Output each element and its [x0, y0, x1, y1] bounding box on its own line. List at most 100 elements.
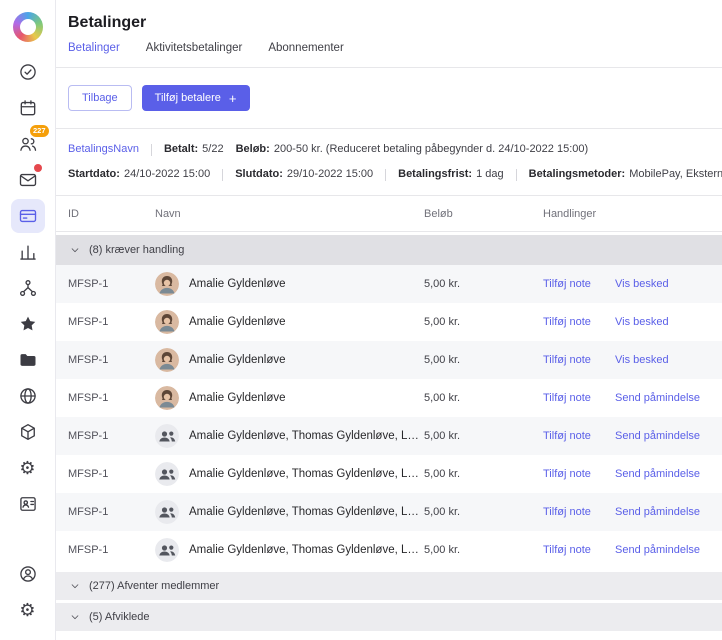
- row-id: MFSP-1: [68, 544, 155, 556]
- paid-label: Betalt:: [164, 137, 198, 162]
- contact-card-icon: [18, 494, 38, 514]
- group-avatar-icon: [155, 500, 179, 524]
- add-note-link[interactable]: Tilføj note: [543, 354, 615, 366]
- tab-bar: Betalinger Aktivitetsbetalinger Abonneme…: [68, 42, 710, 67]
- sidebar-item-files[interactable]: [11, 343, 45, 377]
- add-note-link[interactable]: Tilføj note: [543, 278, 615, 290]
- amount-stat: Beløb: 200-50 kr. (Reduceret betaling på…: [236, 137, 589, 162]
- send-reminder-link[interactable]: Send påmindelse: [615, 392, 700, 404]
- sidebar-item-statistics[interactable]: [11, 235, 45, 269]
- group-label: (277) Afventer medlemmer: [89, 580, 219, 592]
- sidebar-item-favorites[interactable]: [11, 307, 45, 341]
- mail-icon: [18, 170, 38, 190]
- sidebar-item-admin-settings[interactable]: ⚙: [11, 593, 45, 627]
- add-payers-label: Tilføj betalere: [155, 92, 221, 104]
- calendar-icon: [18, 98, 38, 118]
- table-row[interactable]: MFSP-1 Amalie Gyldenløve, Thomas Gyldenl…: [56, 455, 722, 493]
- sidebar-item-members[interactable]: 227: [11, 127, 45, 161]
- add-note-link[interactable]: Tilføj note: [543, 430, 615, 442]
- row-id: MFSP-1: [68, 278, 155, 290]
- payment-name-link[interactable]: BetalingsNavn: [68, 137, 139, 162]
- row-amount: 5,00 kr.: [424, 544, 543, 556]
- row-id: MFSP-1: [68, 392, 155, 404]
- table-row[interactable]: MFSP-1 Amalie Gyldenløve 5,00 kr. Tilføj…: [56, 341, 722, 379]
- send-reminder-link[interactable]: Send påmindelse: [615, 430, 700, 442]
- toolbar: Tilbage Tilføj betalere +: [56, 68, 722, 129]
- member-avatar: [155, 272, 179, 296]
- payment-summary: BetalingsNavn Betalt: 5/22 Beløb: 200-50…: [56, 129, 722, 196]
- sidebar-item-profile[interactable]: [11, 557, 45, 591]
- view-message-link[interactable]: Vis besked: [615, 278, 669, 290]
- app-window: 227 ⚙: [0, 0, 722, 640]
- sidebar-item-calendar[interactable]: [11, 91, 45, 125]
- end-date-value: 29/10-2022 15:00: [287, 162, 373, 187]
- sidebar-item-hierarchy[interactable]: [11, 271, 45, 305]
- table-row[interactable]: MFSP-1 Amalie Gyldenløve, Thomas Gyldenl…: [56, 531, 722, 569]
- methods-stat: Betalingsmetoder: MobilePay, Ekstern bet…: [529, 162, 722, 187]
- app-logo[interactable]: [13, 12, 43, 42]
- paid-value: 5/22: [202, 137, 223, 162]
- chevron-down-icon: [70, 581, 80, 591]
- table-row[interactable]: MFSP-1 Amalie Gyldenløve, Thomas Gyldenl…: [56, 493, 722, 531]
- sidebar-item-inbox[interactable]: [11, 163, 45, 197]
- separator: [151, 144, 152, 156]
- sidebar-item-settings[interactable]: ⚙: [11, 451, 45, 485]
- add-note-link[interactable]: Tilføj note: [543, 468, 615, 480]
- add-note-link[interactable]: Tilføj note: [543, 316, 615, 328]
- add-payers-button[interactable]: Tilføj betalere +: [142, 85, 250, 111]
- sidebar-item-products[interactable]: [11, 415, 45, 449]
- start-date-value: 24/10-2022 15:00: [124, 162, 210, 187]
- summary-line-1: BetalingsNavn Betalt: 5/22 Beløb: 200-50…: [68, 137, 710, 162]
- sidebar-item-tasks[interactable]: [11, 55, 45, 89]
- send-reminder-link[interactable]: Send påmindelse: [615, 468, 700, 480]
- deadline-value: 1 dag: [476, 162, 504, 187]
- group-row-settled[interactable]: (5) Afviklede: [56, 603, 722, 631]
- sidebar-item-contacts[interactable]: [11, 487, 45, 521]
- member-name: Amalie Gyldenløve: [189, 354, 286, 366]
- view-message-link[interactable]: Vis besked: [615, 354, 669, 366]
- members-icon: [18, 134, 38, 154]
- tab-abonnementer[interactable]: Abonnementer: [268, 42, 343, 54]
- group-label: (8) kræver handling: [89, 244, 184, 256]
- group-avatar-icon: [155, 462, 179, 486]
- view-message-link[interactable]: Vis besked: [615, 316, 669, 328]
- add-note-link[interactable]: Tilføj note: [543, 506, 615, 518]
- sidebar-item-payments[interactable]: [11, 199, 45, 233]
- gear-icon: ⚙: [19, 459, 35, 477]
- user-circle-icon: [18, 564, 38, 584]
- tab-betalinger[interactable]: Betalinger: [68, 42, 120, 54]
- row-id: MFSP-1: [68, 506, 155, 518]
- table-row[interactable]: MFSP-1 Amalie Gyldenløve 5,00 kr. Tilføj…: [56, 265, 722, 303]
- globe-icon: [18, 386, 38, 406]
- group-row-requires-action[interactable]: (8) kræver handling: [56, 235, 722, 265]
- paid-stat: Betalt: 5/22: [164, 137, 224, 162]
- add-note-link[interactable]: Tilføj note: [543, 544, 615, 556]
- row-amount: 5,00 kr.: [424, 354, 543, 366]
- tab-aktivitetsbetalinger[interactable]: Aktivitetsbetalinger: [146, 42, 243, 54]
- start-date-stat: Startdato: 24/10-2022 15:00: [68, 162, 210, 187]
- group-row-awaiting-members[interactable]: (277) Afventer medlemmer: [56, 572, 722, 600]
- table-row[interactable]: MFSP-1 Amalie Gyldenløve 5,00 kr. Tilføj…: [56, 379, 722, 417]
- send-reminder-link[interactable]: Send påmindelse: [615, 506, 700, 518]
- back-button[interactable]: Tilbage: [68, 85, 132, 111]
- plus-icon: +: [229, 92, 237, 105]
- table-row[interactable]: MFSP-1 Amalie Gyldenløve 5,00 kr. Tilføj…: [56, 303, 722, 341]
- row-id: MFSP-1: [68, 316, 155, 328]
- gear-icon: ⚙: [19, 601, 35, 619]
- main-content: Betalinger Betalinger Aktivitetsbetaling…: [56, 0, 722, 640]
- deadline-label: Betalingsfrist:: [398, 162, 472, 187]
- table-header: ID Navn Beløb Handlinger: [56, 196, 722, 232]
- inbox-notification-badge: [34, 164, 42, 172]
- package-icon: [18, 422, 38, 442]
- table-row[interactable]: MFSP-1 Amalie Gyldenløve, Thomas Gyldenl…: [56, 417, 722, 455]
- member-name: Amalie Gyldenløve: [189, 278, 286, 290]
- separator: [385, 169, 386, 181]
- member-name: Amalie Gyldenløve, Thomas Gyldenløve, Lu…: [189, 544, 424, 556]
- row-id: MFSP-1: [68, 468, 155, 480]
- page-header: Betalinger Betalinger Aktivitetsbetaling…: [56, 0, 722, 68]
- methods-value: MobilePay, Ekstern betaling: [629, 162, 722, 187]
- send-reminder-link[interactable]: Send påmindelse: [615, 544, 700, 556]
- methods-label: Betalingsmetoder:: [529, 162, 626, 187]
- sidebar-item-website[interactable]: [11, 379, 45, 413]
- add-note-link[interactable]: Tilføj note: [543, 392, 615, 404]
